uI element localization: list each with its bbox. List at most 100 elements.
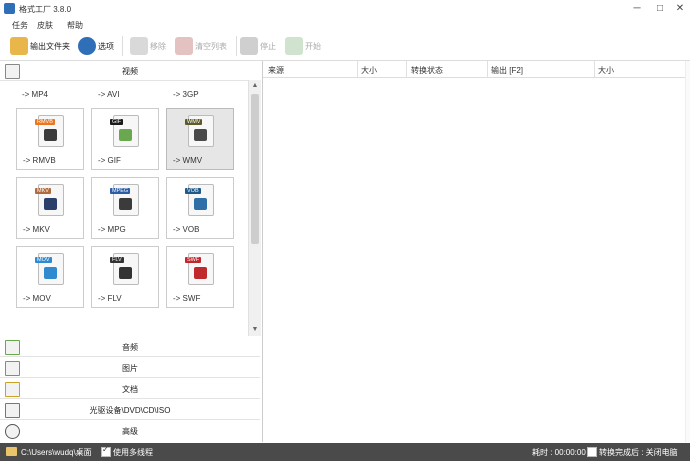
format-tile[interactable]: GIF -> GIF — [91, 108, 159, 170]
format-picture — [44, 198, 57, 210]
format-tag: GIF — [110, 119, 124, 125]
menu-task[interactable]: 任务 — [12, 20, 28, 31]
after-convert-label: 转换完成后 : 关闭电脑 — [599, 448, 678, 457]
category-video[interactable]: 视频 — [0, 61, 260, 81]
format-picture — [194, 129, 207, 141]
format-tile[interactable]: MKV -> MKV — [16, 177, 84, 239]
scrollbar-thumb[interactable] — [251, 94, 259, 244]
format-tile-label: -> SWF — [173, 294, 201, 303]
menu-bar: 任务 皮肤 帮助 — [0, 18, 690, 32]
scroll-down-icon[interactable]: ▼ — [249, 324, 261, 336]
format-tag: FLV — [110, 257, 124, 263]
toolbar-divider — [122, 36, 123, 56]
remove-label: 移除 — [150, 41, 166, 51]
column-status[interactable]: 转换状态 — [411, 65, 443, 76]
clear-x-icon — [175, 37, 193, 55]
task-list-scrollbar[interactable] — [685, 61, 690, 442]
format-tile[interactable]: MPEG -> MPG — [91, 177, 159, 239]
rmvb-file-icon: RMVB — [35, 115, 64, 147]
format-tile-label: -> RMVB — [23, 156, 56, 165]
3gp-partial-label[interactable]: -> 3GP — [173, 90, 199, 99]
clear-list-button[interactable]: 清空列表 — [175, 36, 227, 56]
vob-file-icon: VOB — [185, 184, 214, 216]
format-tag: MKV — [35, 188, 51, 194]
wmv-file-icon: WMV — [185, 115, 214, 147]
mpg-file-icon: MPEG — [110, 184, 139, 216]
format-picture — [119, 129, 132, 141]
flv-file-icon: FLV — [110, 253, 139, 285]
column-output-size[interactable]: 大小 — [598, 65, 614, 76]
format-picture — [119, 198, 132, 210]
format-tag: RMVB — [35, 119, 55, 125]
column-output[interactable]: 输出 [F2] — [491, 65, 523, 76]
stop-label: 停止 — [260, 41, 276, 51]
scroll-up-icon[interactable]: ▲ — [249, 80, 261, 92]
task-list-header: 来源 大小 转换状态 输出 [F2] 大小 — [263, 61, 690, 78]
category-optical-drive[interactable]: 光驱设备\DVD\CD\ISO — [0, 400, 260, 420]
category-image[interactable]: 图片 — [0, 358, 260, 378]
status-bar: C:\Users\wudq\桌面 使用多线程 耗时 : 00:00:00 转换完… — [0, 443, 690, 461]
menu-skin[interactable]: 皮肤 — [37, 20, 53, 31]
after-convert-checkbox[interactable] — [587, 447, 597, 457]
title-bar: 格式工厂 3.8.0 ─ □ ✕ — [0, 0, 690, 19]
output-path[interactable]: C:\Users\wudq\桌面 — [21, 447, 92, 458]
category-advanced[interactable]: 高级 — [0, 421, 260, 440]
format-tile[interactable]: VOB -> VOB — [166, 177, 234, 239]
stop-button[interactable]: 停止 — [240, 36, 276, 56]
multithread-checkbox[interactable] — [101, 445, 111, 457]
category-document-label: 文档 — [122, 385, 138, 394]
options-button[interactable]: 选项 — [78, 36, 114, 56]
mp4-partial-label[interactable]: -> MP4 — [22, 90, 48, 99]
format-picture — [194, 198, 207, 210]
column-divider — [594, 61, 595, 77]
format-tile-label: -> MPG — [98, 225, 126, 234]
format-tile-label: -> FLV — [98, 294, 122, 303]
start-button[interactable]: 开始 — [285, 36, 321, 56]
avi-partial-label[interactable]: -> AVI — [98, 90, 119, 99]
format-tile[interactable]: SWF -> SWF — [166, 246, 234, 308]
start-label: 开始 — [305, 41, 321, 51]
format-tile-label: -> MKV — [23, 225, 50, 234]
options-gear-icon — [78, 37, 96, 55]
column-divider — [406, 61, 407, 77]
format-tag: SWF — [185, 257, 202, 263]
format-tile-label: -> MOV — [23, 294, 51, 303]
left-panel: 视频 -> MP4 -> AVI -> 3GP RMVB -> RMVB GIF ->… — [0, 61, 263, 442]
output-folder-label: 输出文件夹 — [30, 41, 70, 51]
category-document[interactable]: 文档 — [0, 379, 260, 399]
format-tile-label: -> WMV — [173, 156, 203, 165]
mov-file-icon: MOV — [35, 253, 64, 285]
category-video-label: 视频 — [122, 67, 138, 76]
format-picture — [194, 267, 207, 279]
close-button[interactable]: ✕ — [673, 2, 687, 16]
format-picture — [44, 267, 57, 279]
format-tile[interactable]: RMVB -> RMVB — [16, 108, 84, 170]
format-tile[interactable]: MOV -> MOV — [16, 246, 84, 308]
folder-icon — [10, 37, 28, 55]
elapsed-time: 耗时 : 00:00:00 — [532, 448, 586, 457]
column-size[interactable]: 大小 — [361, 65, 377, 76]
menu-help[interactable]: 帮助 — [67, 20, 83, 31]
minimize-button[interactable]: ─ — [630, 2, 644, 16]
window-title: 格式工厂 3.8.0 — [19, 5, 72, 14]
maximize-button[interactable]: □ — [653, 2, 667, 16]
remove-button[interactable]: 移除 — [130, 36, 166, 56]
category-optical-drive-label: 光驱设备\DVD\CD\ISO — [89, 406, 171, 415]
format-tag: VOB — [185, 188, 201, 194]
folder-icon[interactable] — [6, 447, 17, 456]
start-play-icon — [285, 37, 303, 55]
category-advanced-label: 高级 — [122, 427, 138, 436]
app-logo-icon — [4, 3, 15, 14]
toolbar: 输出文件夹 选项 移除 清空列表 停止 开始 — [0, 32, 690, 61]
category-audio[interactable]: 音频 — [0, 337, 260, 357]
format-tile[interactable]: FLV -> FLV — [91, 246, 159, 308]
column-source[interactable]: 来源 — [268, 65, 284, 76]
column-divider — [487, 61, 488, 77]
format-grid-scrollbar[interactable]: ▲ ▼ — [248, 80, 261, 336]
output-folder-button[interactable]: 输出文件夹 — [10, 36, 70, 56]
format-picture — [44, 129, 57, 141]
options-label: 选项 — [98, 41, 114, 51]
swf-file-icon: SWF — [185, 253, 214, 285]
format-tile-label: -> VOB — [173, 225, 200, 234]
format-tile[interactable]: WMV -> WMV — [166, 108, 234, 170]
